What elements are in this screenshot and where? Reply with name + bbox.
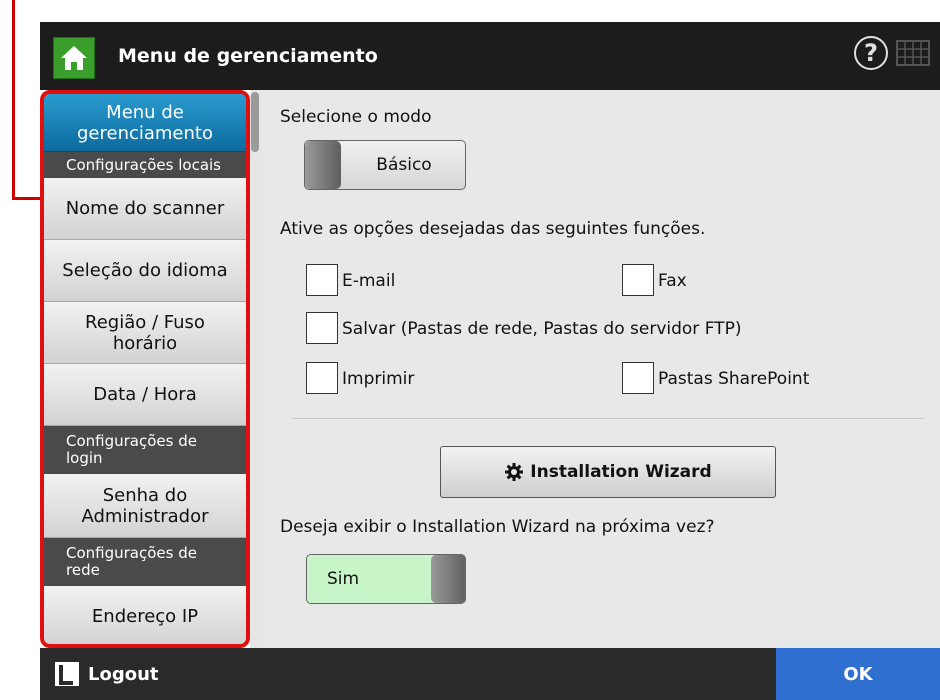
sidebar-section-local-settings: Configurações locais: [44, 152, 246, 178]
sidebar-item-ip-address[interactable]: Endereço IP: [44, 586, 246, 644]
email-checkbox-label: E-mail: [342, 271, 396, 291]
scrollbar-thumb[interactable]: [251, 92, 259, 152]
keyboard-icon[interactable]: [896, 40, 930, 66]
gear-icon: [504, 462, 524, 482]
mode-toggle[interactable]: Básico: [304, 140, 466, 190]
sidebar-item-scanner-name[interactable]: Nome do scanner: [44, 178, 246, 240]
scrollbar-track[interactable]: [250, 90, 262, 648]
save-checkbox-label: Salvar (Pastas de rede, Pastas do servid…: [342, 319, 742, 339]
wizard-toggle-label: Sim: [327, 569, 360, 589]
sidebar-section-login-settings: Configurações de login: [44, 426, 246, 474]
sharepoint-checkbox-label: Pastas SharePoint: [658, 369, 810, 389]
options-label: Ative as opções desejadas das seguintes …: [280, 219, 706, 239]
help-icon[interactable]: ?: [854, 36, 888, 70]
wizard-display-toggle[interactable]: Sim: [306, 554, 466, 604]
mode-label: Selecione o modo: [280, 107, 432, 127]
toggle-knob: [431, 555, 465, 603]
installation-wizard-label: Installation Wizard: [530, 462, 712, 482]
sidebar-menu: Menu de gerenciamento Configurações loca…: [40, 90, 250, 648]
home-button[interactable]: [53, 37, 95, 79]
main-panel: Selecione o modo Básico Ative as opções …: [262, 90, 940, 648]
sidebar-item-region-timezone[interactable]: Região / Fuso horário: [44, 302, 246, 364]
print-checkbox[interactable]: [306, 362, 338, 394]
wizard-question: Deseja exibir o Installation Wizard na p…: [280, 517, 715, 537]
mode-toggle-label: Básico: [376, 155, 432, 175]
fax-checkbox-label: Fax: [658, 271, 687, 291]
page-title: Menu de gerenciamento: [118, 45, 378, 67]
toggle-knob: [305, 141, 341, 189]
title-bar: Menu de gerenciamento ?: [40, 22, 940, 90]
email-checkbox[interactable]: [306, 264, 338, 296]
ok-button[interactable]: OK: [776, 648, 940, 700]
logout-label: Logout: [88, 663, 159, 685]
callout-line: [12, 0, 15, 200]
home-icon: [61, 46, 87, 70]
bottom-bar: Logout OK: [40, 648, 940, 700]
sidebar-section-network-settings: Configurações de rede: [44, 538, 246, 586]
sidebar-item-date-time[interactable]: Data / Hora: [44, 364, 246, 426]
sidebar-item-language[interactable]: Seleção do idioma: [44, 240, 246, 302]
sidebar-item-admin-password[interactable]: Senha do Administrador: [44, 474, 246, 538]
callout-line: [12, 197, 42, 200]
fax-checkbox[interactable]: [622, 264, 654, 296]
installation-wizard-button[interactable]: Installation Wizard: [440, 446, 776, 498]
save-checkbox[interactable]: [306, 312, 338, 344]
sidebar-item-management-menu[interactable]: Menu de gerenciamento: [44, 94, 246, 152]
logout-icon: [55, 662, 79, 686]
divider: [292, 418, 924, 419]
sharepoint-checkbox[interactable]: [622, 362, 654, 394]
logout-button[interactable]: Logout: [40, 648, 190, 700]
print-checkbox-label: Imprimir: [342, 369, 415, 389]
